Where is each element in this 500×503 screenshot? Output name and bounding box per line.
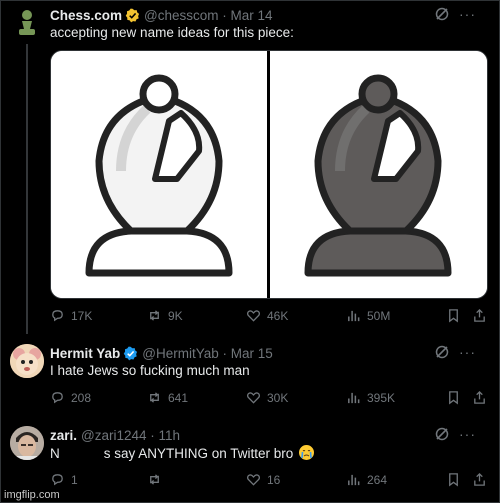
heart-icon bbox=[246, 310, 261, 322]
repost-button[interactable]: 9K bbox=[147, 308, 183, 323]
blue-verified-icon bbox=[124, 346, 138, 360]
views-chart-icon bbox=[348, 474, 360, 486]
repost-icon bbox=[150, 474, 159, 485]
avatar-hermityab[interactable] bbox=[10, 344, 44, 378]
reply-icon bbox=[52, 310, 63, 322]
display-name[interactable]: Chess.com bbox=[50, 8, 122, 23]
black-bishop-image bbox=[270, 51, 487, 298]
repost-icon bbox=[150, 392, 159, 403]
white-bishop-image bbox=[51, 51, 267, 298]
more-options-icon[interactable]: ··· bbox=[459, 426, 476, 442]
bookmark-icon[interactable] bbox=[446, 390, 461, 405]
tweet-text: I hate Jews so fucking much man bbox=[50, 363, 250, 378]
like-button[interactable]: 46K bbox=[246, 308, 288, 323]
share-icon[interactable] bbox=[472, 390, 487, 405]
more-options-icon[interactable]: ··· bbox=[459, 6, 476, 22]
view-count: 395K bbox=[367, 390, 396, 405]
views-chart-icon bbox=[348, 310, 360, 322]
handle-and-date[interactable]: @chesscom · Mar 14 bbox=[144, 8, 273, 23]
view-count: 264 bbox=[367, 472, 388, 487]
bookmark-icon[interactable] bbox=[446, 308, 461, 323]
tweet-header: Hermit Yab @HermitYab · Mar 15 ··· bbox=[50, 344, 486, 362]
bookmark-icon[interactable] bbox=[446, 472, 461, 487]
tweet-chesscom[interactable]: Chess.com @chesscom · Mar 14 ··· accepti… bbox=[0, 0, 500, 334]
view-count: 50M bbox=[367, 308, 391, 323]
tweet-text: Ns say ANYTHING on Twitter bro bbox=[50, 445, 315, 462]
reply-button[interactable]: 208 bbox=[50, 390, 91, 405]
repost-button[interactable] bbox=[147, 472, 168, 487]
reply-button[interactable]: 1 bbox=[50, 472, 78, 487]
like-button[interactable]: 16 bbox=[246, 472, 280, 487]
grok-icon[interactable] bbox=[434, 426, 450, 442]
like-button[interactable]: 30K bbox=[246, 390, 288, 405]
reply-icon bbox=[52, 392, 63, 404]
avatar-image bbox=[10, 426, 44, 460]
like-count: 30K bbox=[267, 390, 289, 405]
crying-emoji-icon bbox=[299, 445, 315, 460]
tweet-header: zari. @zari1244 · 11h ··· bbox=[50, 426, 486, 444]
reply-count: 208 bbox=[71, 390, 92, 405]
tweet-text: accepting new name ideas for this piece: bbox=[50, 25, 294, 40]
handle-and-date[interactable]: @HermitYab · Mar 15 bbox=[142, 346, 273, 361]
grok-icon[interactable] bbox=[434, 6, 450, 22]
avatar-image bbox=[10, 344, 44, 378]
heart-icon bbox=[246, 474, 261, 486]
avatar-chesscom[interactable] bbox=[10, 6, 44, 40]
tweet-actions: 208 641 30K 395K bbox=[50, 390, 490, 408]
tweet-actions: 17K 9K 46K 50M bbox=[50, 308, 490, 326]
views-button[interactable]: 395K bbox=[346, 390, 395, 405]
gold-verified-icon bbox=[125, 8, 140, 22]
display-name[interactable]: Hermit Yab bbox=[50, 346, 120, 361]
handle-and-date[interactable]: @zari1244 · 11h bbox=[81, 428, 180, 443]
reply-count: 1 bbox=[71, 472, 78, 487]
pawn-logo-icon bbox=[19, 10, 35, 35]
tweet-zari[interactable]: zari. @zari1244 · 11h ··· Ns say ANYTHIN… bbox=[0, 420, 500, 503]
tweet-hermityab[interactable]: Hermit Yab @HermitYab · Mar 15 ··· I hat… bbox=[0, 338, 500, 420]
heart-icon bbox=[246, 392, 261, 404]
tweet-actions: 1 16 264 bbox=[50, 472, 490, 490]
share-icon[interactable] bbox=[472, 472, 487, 487]
redacted-word bbox=[59, 447, 104, 462]
reply-count: 17K bbox=[71, 308, 93, 323]
reply-icon bbox=[52, 474, 63, 486]
display-name[interactable]: zari. bbox=[50, 428, 77, 443]
tweet-text-end: s say ANYTHING on Twitter bro bbox=[103, 446, 294, 461]
tweet-header: Chess.com @chesscom · Mar 14 ··· bbox=[50, 6, 486, 24]
views-button[interactable]: 264 bbox=[346, 472, 387, 487]
views-chart-icon bbox=[348, 392, 360, 404]
avatar-zari[interactable] bbox=[10, 426, 44, 460]
repost-button[interactable]: 641 bbox=[147, 390, 188, 405]
grok-icon[interactable] bbox=[434, 344, 450, 360]
views-button[interactable]: 50M bbox=[346, 308, 390, 323]
more-options-icon[interactable]: ··· bbox=[459, 344, 476, 360]
repost-icon bbox=[150, 310, 159, 321]
share-icon[interactable] bbox=[472, 308, 487, 323]
thread-line bbox=[26, 44, 28, 334]
reply-button[interactable]: 17K bbox=[50, 308, 92, 323]
repost-count: 641 bbox=[168, 390, 189, 405]
tweet-image[interactable] bbox=[50, 50, 488, 299]
like-count: 16 bbox=[267, 472, 281, 487]
repost-count: 9K bbox=[168, 308, 183, 323]
like-count: 46K bbox=[267, 308, 289, 323]
imgflip-watermark: imgflip.com bbox=[4, 489, 60, 501]
tweet-text-start: N bbox=[50, 446, 60, 461]
